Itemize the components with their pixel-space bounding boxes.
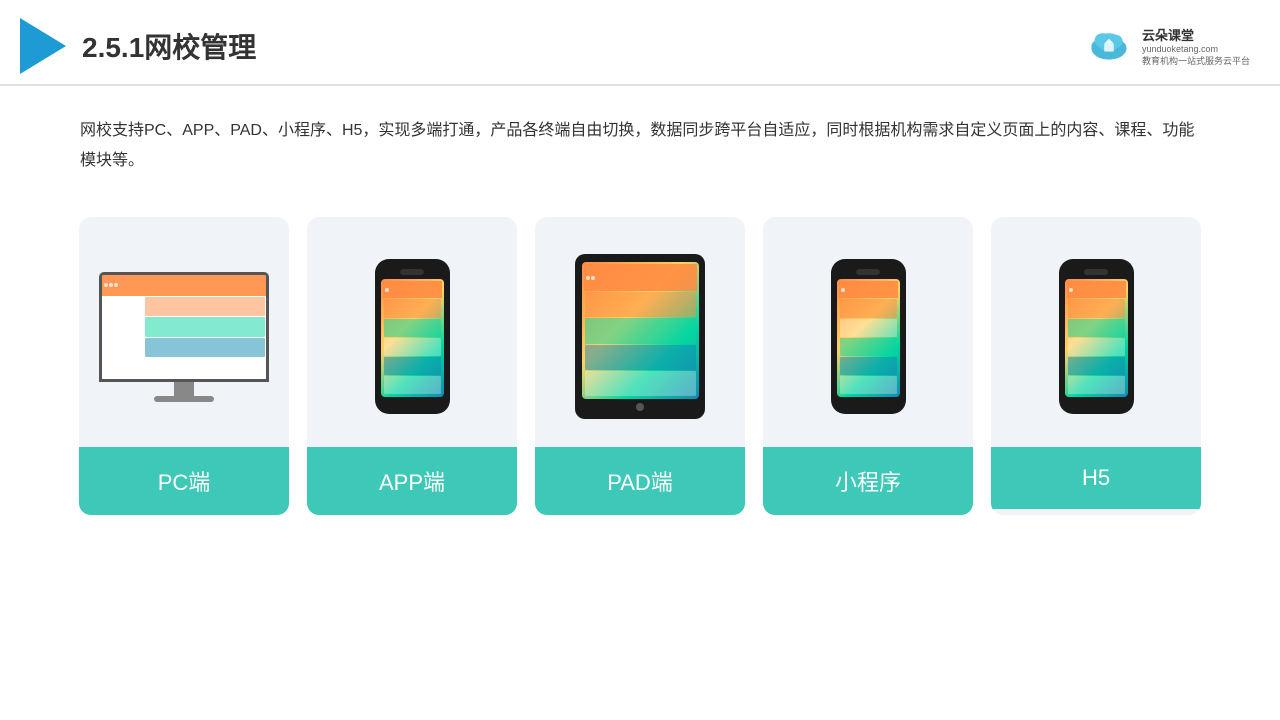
card-pc: PC端 (79, 217, 289, 515)
card-label-app: APP端 (307, 447, 517, 515)
phone-screen-app (381, 279, 444, 397)
screen-content-h5 (1067, 281, 1126, 395)
phone-miniapp (831, 259, 906, 414)
card-label-pc: PC端 (79, 447, 289, 515)
screen-content-app (383, 281, 442, 395)
description-paragraph: 网校支持PC、APP、PAD、小程序、H5，实现多端打通，产品各终端自由切换，数… (80, 116, 1200, 177)
card-image-pc (79, 217, 289, 447)
card-image-h5 (991, 217, 1201, 447)
page-header: 2.5.1网校管理 云朵课堂 yunduoketang.com 教育机构一站式服… (0, 0, 1280, 86)
page-title: 2.5.1网校管理 (82, 26, 256, 66)
card-image-miniapp (763, 217, 973, 447)
card-image-pad (535, 217, 745, 447)
card-label-h5: H5 (991, 447, 1201, 509)
pc-monitor (94, 272, 274, 402)
card-label-miniapp: 小程序 (763, 447, 973, 515)
logo-name: 云朵课堂 (1142, 25, 1194, 44)
logo-domain: yunduoketang.com (1142, 44, 1218, 56)
logo-tagline: 教育机构一站式服务云平台 (1142, 56, 1250, 68)
screen-content-pad (584, 264, 697, 397)
card-image-app (307, 217, 517, 447)
play-icon (20, 18, 66, 74)
logo-icon (1084, 26, 1134, 66)
card-miniapp: 小程序 (763, 217, 973, 515)
card-pad: PAD端 (535, 217, 745, 515)
screen-content-miniapp (839, 281, 898, 395)
card-app: APP端 (307, 217, 517, 515)
tablet-screen (582, 262, 699, 399)
card-label-pad: PAD端 (535, 447, 745, 515)
header-left: 2.5.1网校管理 (20, 18, 256, 74)
cards-container: PC端 (0, 197, 1280, 545)
phone-notch-3 (1084, 269, 1108, 275)
card-h5: H5 (991, 217, 1201, 515)
monitor-base (154, 396, 214, 402)
phone-notch-2 (856, 269, 880, 275)
tablet-home-button (636, 403, 644, 411)
description-text: 网校支持PC、APP、PAD、小程序、H5，实现多端打通，产品各终端自由切换，数… (0, 86, 1280, 197)
phone-screen-h5 (1065, 279, 1128, 397)
tablet-pad (575, 254, 705, 419)
screen-content-pc (102, 275, 266, 379)
monitor-neck (174, 382, 194, 396)
logo-area: 云朵课堂 yunduoketang.com 教育机构一站式服务云平台 (1084, 25, 1250, 67)
phone-h5 (1059, 259, 1134, 414)
monitor-screen (99, 272, 269, 382)
logo-text: 云朵课堂 yunduoketang.com 教育机构一站式服务云平台 (1142, 25, 1250, 67)
phone-screen-miniapp (837, 279, 900, 397)
phone-app (375, 259, 450, 414)
phone-notch (400, 269, 424, 275)
